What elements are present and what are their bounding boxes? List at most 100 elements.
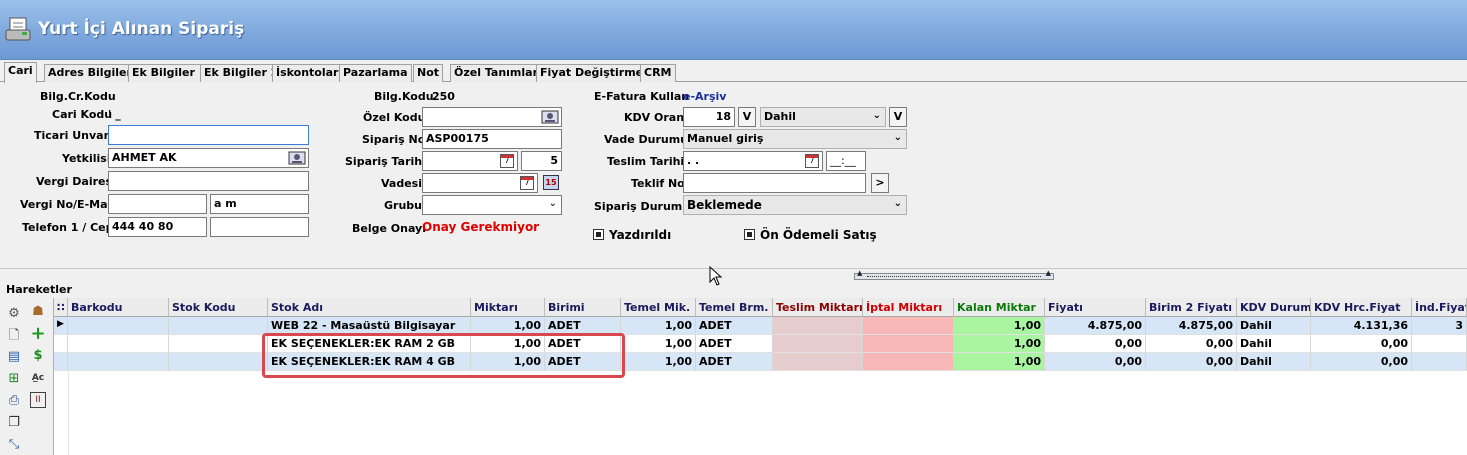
cell-kdv-hrc-fiyat[interactable]: 4.131,36 xyxy=(1311,317,1412,335)
cell-temel-brm[interactable]: ADET xyxy=(696,317,773,335)
tab-fiyat-degistirme[interactable]: Fiyat Değiştirme xyxy=(536,64,648,82)
cell-temel-brm[interactable]: ADET xyxy=(696,335,773,353)
column-header[interactable]: Stok Adı xyxy=(268,298,471,317)
cell-stok-adi[interactable]: WEB 22 - Masaüstü Bilgisayar xyxy=(268,317,471,335)
panel-splitter[interactable] xyxy=(854,269,1054,280)
cell-stok-kodu[interactable] xyxy=(169,317,268,335)
column-header[interactable]: Temel Brm. xyxy=(696,298,773,317)
column-header[interactable]: KDV Hrc.Fiyat xyxy=(1311,298,1412,317)
cell-birimi[interactable]: ADET xyxy=(545,353,621,371)
cell-iptal-miktari[interactable] xyxy=(863,353,954,371)
cell-stok-adi[interactable]: EK SEÇENEKLER:EK RAM 4 GB xyxy=(268,353,471,371)
email-input[interactable]: a m xyxy=(210,194,309,214)
tab-iskontolar[interactable]: İskontolar xyxy=(272,64,343,82)
cell-kalan-miktar[interactable]: 1,00 xyxy=(954,353,1045,371)
column-header[interactable]: Miktarı xyxy=(471,298,545,317)
add-row-icon[interactable]: ⊞ xyxy=(6,371,22,387)
column-header[interactable]: Birim 2 Fiyatı xyxy=(1146,298,1237,317)
kdv-orani-button[interactable]: V xyxy=(738,107,756,127)
add-icon[interactable]: + xyxy=(30,325,46,343)
cell-kdv-durumu[interactable]: Dahil xyxy=(1237,353,1311,371)
cell-temel-brm[interactable]: ADET xyxy=(696,353,773,371)
cell-kalan-miktar[interactable]: 1,00 xyxy=(954,335,1045,353)
cell-miktari[interactable]: 1,00 xyxy=(471,317,545,335)
tab-ozel-tanimlar[interactable]: Özel Tanımlar xyxy=(450,64,543,82)
column-header[interactable]: Birimi xyxy=(545,298,621,317)
calendar-icon[interactable]: 7 xyxy=(520,176,534,190)
cell-kdv-hrc-fiyat[interactable]: 0,00 xyxy=(1311,335,1412,353)
cell-barkodu[interactable] xyxy=(68,335,169,353)
cell-kalan-miktar[interactable]: 1,00 xyxy=(954,317,1045,335)
column-header[interactable]: Teslim Miktarı xyxy=(773,298,863,317)
column-header[interactable]: Fiyatı xyxy=(1045,298,1146,317)
on-odemeli-checkbox[interactable] xyxy=(744,229,755,240)
tab-not[interactable]: Not xyxy=(413,64,444,82)
copy-documents-icon[interactable]: ❐ xyxy=(6,415,22,431)
cell-fiyati[interactable]: 0,00 xyxy=(1045,353,1146,371)
grid-corner[interactable]: ∷ xyxy=(54,298,68,317)
cell-kdv-durumu[interactable]: Dahil xyxy=(1237,317,1311,335)
tab-ek-bilgiler-1[interactable]: Ek Bilgiler 1 xyxy=(128,64,211,82)
yazdirildi-checkbox[interactable] xyxy=(593,229,604,240)
cell-barkodu[interactable] xyxy=(68,317,169,335)
table-row[interactable]: ▶ WEB 22 - Masaüstü Bilgisayar 1,00 ADET… xyxy=(54,317,1467,335)
column-header[interactable]: Temel Mik. xyxy=(621,298,696,317)
print-icon[interactable]: ⎙ xyxy=(6,393,22,409)
kdv-dahil-button[interactable]: V xyxy=(889,107,907,127)
cell-kdv-durumu[interactable]: Dahil xyxy=(1237,335,1311,353)
cell-temel-mik[interactable]: 1,00 xyxy=(621,335,696,353)
calendar-icon[interactable]: 7 xyxy=(500,154,514,168)
cell-teslim-miktari[interactable] xyxy=(773,335,863,353)
column-header[interactable]: KDV Durumu xyxy=(1237,298,1311,317)
column-header[interactable]: İptal Miktarı xyxy=(863,298,954,317)
price-dollar-icon[interactable]: $ xyxy=(30,348,46,364)
cell-ind-fiyati[interactable] xyxy=(1412,353,1467,371)
link-nodes-icon[interactable]: ⤡ xyxy=(6,437,22,453)
cep-input[interactable] xyxy=(210,217,309,237)
cell-ind-fiyati[interactable]: 3 xyxy=(1412,317,1467,335)
siparis-durumu-select[interactable]: Beklemede ⌄ xyxy=(683,195,907,215)
cell-birim2-fiyati[interactable]: 0,00 xyxy=(1146,335,1237,353)
cell-teslim-miktari[interactable] xyxy=(773,353,863,371)
teslim-saat-input[interactable]: __:__ xyxy=(826,151,866,171)
yetkilisi-input[interactable]: AHMET AK xyxy=(108,148,309,168)
cell-kdv-hrc-fiyat[interactable]: 0,00 xyxy=(1311,353,1412,371)
tab-cari[interactable]: Cari xyxy=(4,62,37,83)
lookup-card-icon[interactable] xyxy=(541,109,559,125)
cell-ind-fiyati[interactable] xyxy=(1412,335,1467,353)
cell-birimi[interactable]: ADET xyxy=(545,335,621,353)
cell-iptal-miktari[interactable] xyxy=(863,335,954,353)
cell-birim2-fiyati[interactable]: 0,00 xyxy=(1146,353,1237,371)
column-header[interactable]: Barkodu xyxy=(68,298,169,317)
tab-pazarlama[interactable]: Pazarlama xyxy=(339,64,412,82)
cell-iptal-miktari[interactable] xyxy=(863,317,954,335)
siparis-no-input[interactable]: ASP00175 xyxy=(422,129,562,149)
new-document-icon[interactable]: 🗋 xyxy=(6,328,22,344)
calendar-icon[interactable]: 7 xyxy=(805,154,819,168)
document-list-icon[interactable]: ▤ xyxy=(6,349,22,365)
settings-gear-icon[interactable]: ⚙ xyxy=(6,306,22,322)
date-picker-icon[interactable]: 15 xyxy=(543,175,559,190)
kdv-dahil-select[interactable]: Dahil ⌄ xyxy=(760,107,886,127)
cell-barkodu[interactable] xyxy=(68,353,169,371)
column-header[interactable]: Kalan Miktar xyxy=(954,298,1045,317)
cell-miktari[interactable]: 1,00 xyxy=(471,335,545,353)
tab-adres-bilgileri[interactable]: Adres Bilgileri xyxy=(44,64,140,82)
cell-fiyati[interactable]: 4.875,00 xyxy=(1045,317,1146,335)
tab-ek-bilgiler-2[interactable]: Ek Bilgiler 2 xyxy=(200,64,283,82)
cell-stok-kodu[interactable] xyxy=(169,335,268,353)
cell-temel-mik[interactable]: 1,00 xyxy=(621,317,696,335)
teklif-lookup-button[interactable]: > xyxy=(871,173,889,193)
cell-birimi[interactable]: ADET xyxy=(545,317,621,335)
telefon-input[interactable]: 444 40 80 xyxy=(108,217,207,237)
tab-crm[interactable]: CRM xyxy=(640,64,676,82)
column-header[interactable]: Stok Kodu xyxy=(169,298,268,317)
contact-card-icon[interactable] xyxy=(288,150,306,166)
group-users-icon[interactable]: ☗ xyxy=(30,304,46,320)
siparis-saat-input[interactable]: 5 xyxy=(521,151,562,171)
pause-icon[interactable]: II xyxy=(30,392,46,408)
cell-fiyati[interactable]: 0,00 xyxy=(1045,335,1146,353)
vergi-dairesi-input[interactable] xyxy=(108,171,309,191)
cell-teslim-miktari[interactable] xyxy=(773,317,863,335)
table-row[interactable]: EK SEÇENEKLER:EK RAM 4 GB 1,00 ADET 1,00… xyxy=(54,353,1467,371)
